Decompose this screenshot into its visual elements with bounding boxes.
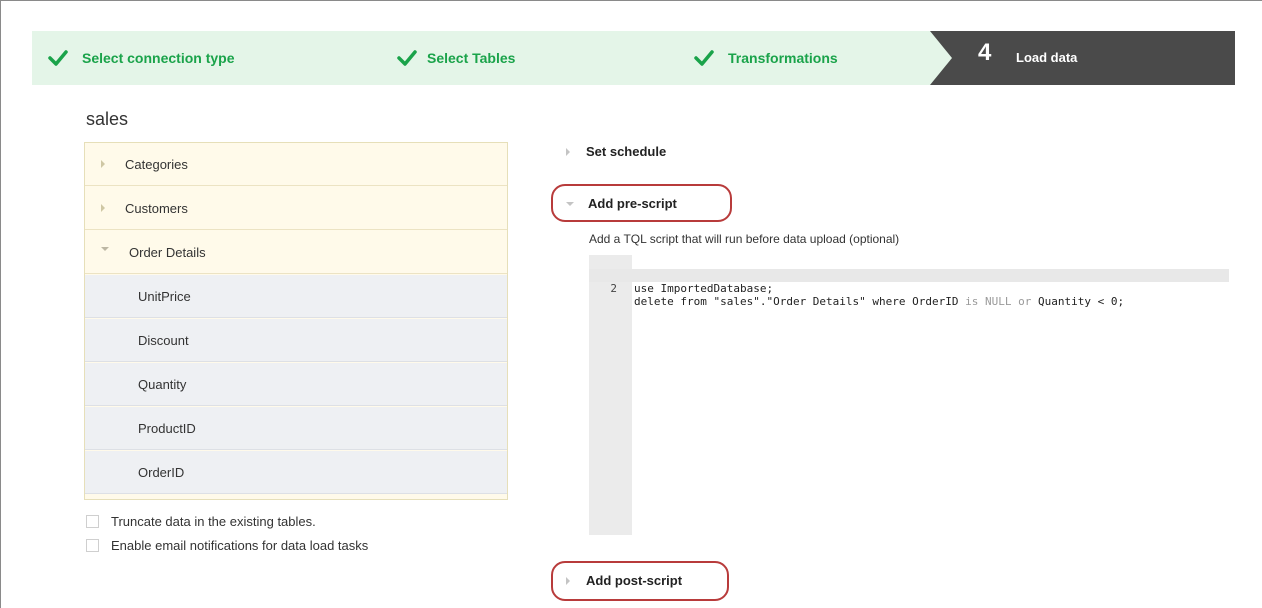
tree-column-productid[interactable]: ProductID: [85, 407, 507, 450]
code-line-active: 2 delete from "sales"."Order Details" wh…: [589, 269, 1229, 308]
code-line: 1 use ImportedDatabase;: [589, 256, 1229, 295]
tree-column-label: Quantity: [138, 376, 187, 392]
add-postscript-toggle[interactable]: Add post-script: [566, 573, 682, 588]
section-label: Set schedule: [586, 144, 667, 159]
truncate-data-option[interactable]: Truncate data in the existing tables.: [86, 514, 316, 529]
prescript-code-editor[interactable]: 1 use ImportedDatabase; 2 delete from "s…: [589, 255, 1229, 535]
step-arrow-notch: [930, 31, 952, 85]
caret-right-icon: [566, 147, 570, 156]
prescript-description: Add a TQL script that will run before da…: [589, 232, 900, 246]
option-label: Truncate data in the existing tables.: [111, 514, 316, 529]
window-border-left: [0, 0, 1, 608]
wizard-step-label: Transformations: [728, 50, 838, 66]
wizard-progress-bar: Select connection type Select Tables Tra…: [32, 31, 1235, 85]
tree-item-categories[interactable]: Categories: [85, 143, 507, 186]
tree-column-label: ProductID: [138, 420, 196, 436]
code-text: delete from "sales"."Order Details" wher…: [634, 295, 1124, 308]
tree-column-label: UnitPrice: [138, 288, 191, 304]
wizard-step-transformations[interactable]: Transformations: [694, 31, 838, 85]
tree-item-label: Order Details: [129, 244, 206, 260]
caret-right-icon: [566, 576, 570, 585]
tree-column-quantity[interactable]: Quantity: [85, 363, 507, 406]
wizard-step-select-connection-type[interactable]: Select connection type: [48, 31, 234, 85]
tree-column-label: OrderID: [138, 464, 185, 480]
code-segment: delete from "sales"."Order Details" wher…: [634, 295, 966, 308]
tree-item-label: Customers: [125, 200, 188, 216]
add-prescript-toggle[interactable]: Add pre-script: [566, 196, 677, 211]
option-label: Enable email notifications for data load…: [111, 538, 369, 553]
wizard-step-label: Load data: [1016, 50, 1078, 65]
code-text: use ImportedDatabase;: [634, 282, 774, 295]
tree-column-unitprice[interactable]: UnitPrice: [85, 275, 507, 318]
wizard-step-load-data[interactable]: 4 Load data: [930, 31, 1235, 85]
section-label: Add post-script: [586, 573, 683, 588]
wizard-step-label: Select connection type: [82, 50, 235, 66]
set-schedule-toggle[interactable]: Set schedule: [566, 144, 666, 159]
email-notifications-option[interactable]: Enable email notifications for data load…: [86, 538, 368, 553]
code-keyword: or: [1018, 295, 1032, 308]
checkmark-icon: [48, 50, 68, 66]
tree-item-customers[interactable]: Customers: [85, 187, 507, 230]
line-number: 2: [610, 282, 617, 295]
tree-column-discount[interactable]: Discount: [85, 319, 507, 362]
tree-column-orderid[interactable]: OrderID: [85, 451, 507, 494]
tree-item-order-details[interactable]: Order Details: [85, 231, 507, 274]
checkmark-icon: [694, 50, 714, 66]
database-title: sales: [86, 109, 129, 129]
wizard-step-label: Select Tables: [427, 50, 516, 66]
wizard-step-select-tables[interactable]: Select Tables: [397, 31, 515, 85]
wizard-step-number: 4: [978, 39, 992, 66]
caret-down-icon: [566, 201, 574, 206]
window-border-top: [0, 0, 1262, 1]
caret-right-icon: [101, 160, 105, 168]
email-notifications-checkbox[interactable]: [86, 539, 99, 552]
section-label: Add pre-script: [588, 196, 677, 211]
code-segment: Quantity < 0;: [1031, 295, 1125, 308]
checkmark-icon: [397, 50, 417, 66]
table-tree: Categories Customers Order Details UnitP…: [84, 142, 508, 500]
caret-right-icon: [101, 204, 105, 212]
tree-column-label: Discount: [138, 332, 189, 348]
tree-item-label: Categories: [125, 156, 188, 172]
truncate-checkbox[interactable]: [86, 515, 99, 528]
caret-down-icon: [101, 247, 109, 251]
code-keyword: is NULL: [965, 295, 1012, 308]
